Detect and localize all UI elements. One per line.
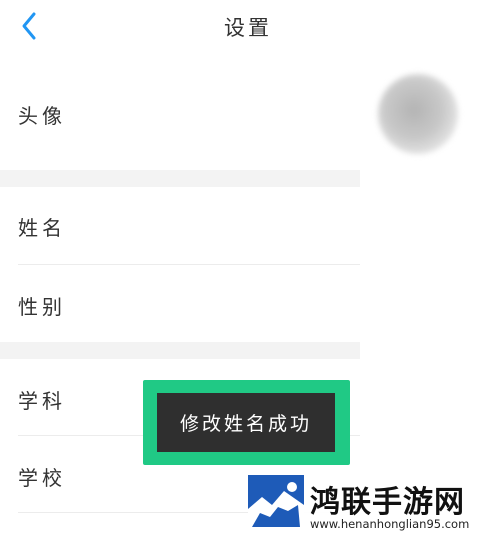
watermark: 鸿联手游网 www.henanhonglian95.com [248, 471, 496, 537]
avatar[interactable] [378, 74, 458, 154]
settings-row-name[interactable]: 姓名 [0, 187, 360, 264]
settings-row-avatar[interactable]: 头像 [0, 58, 360, 170]
watermark-logo [248, 475, 304, 531]
header-bar: 设置 [0, 0, 496, 58]
section-gap [0, 342, 360, 359]
row-label-school: 学校 [18, 466, 66, 490]
row-label-name: 姓名 [18, 216, 66, 240]
row-label-gender: 性别 [18, 295, 66, 319]
settings-row-gender[interactable]: 性别 [0, 265, 360, 342]
watermark-url: www.henanhonglian95.com [310, 517, 470, 531]
row-label-avatar: 头像 [18, 104, 66, 128]
watermark-title: 鸿联手游网 [310, 485, 465, 520]
page-title: 设置 [224, 16, 272, 40]
section-gap [0, 170, 360, 187]
row-label-subject: 学科 [18, 389, 66, 413]
toast-message: 修改姓名成功 [157, 393, 335, 452]
